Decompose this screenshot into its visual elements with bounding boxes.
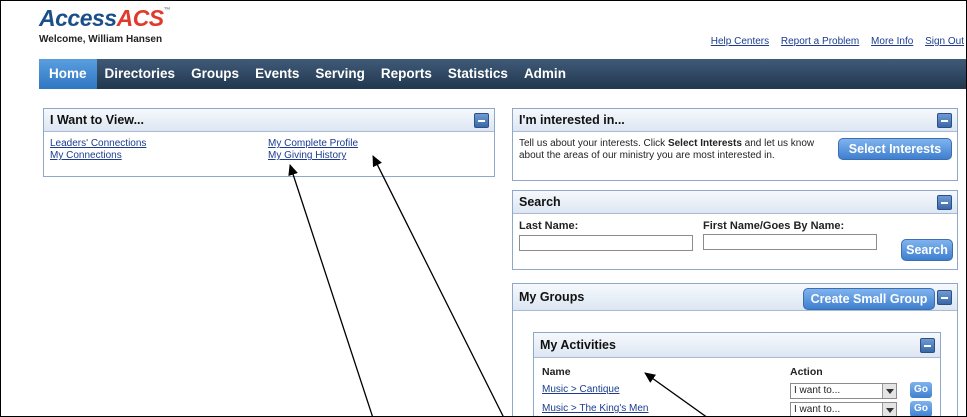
arrow-to-my-activities (644, 372, 707, 416)
arrow-to-giving-history (288, 164, 374, 416)
annotation-arrows (288, 155, 707, 416)
page-frame: AccessACS™ Welcome, William Hansen Help … (0, 0, 967, 417)
arrow-to-complete-profile (372, 155, 504, 416)
